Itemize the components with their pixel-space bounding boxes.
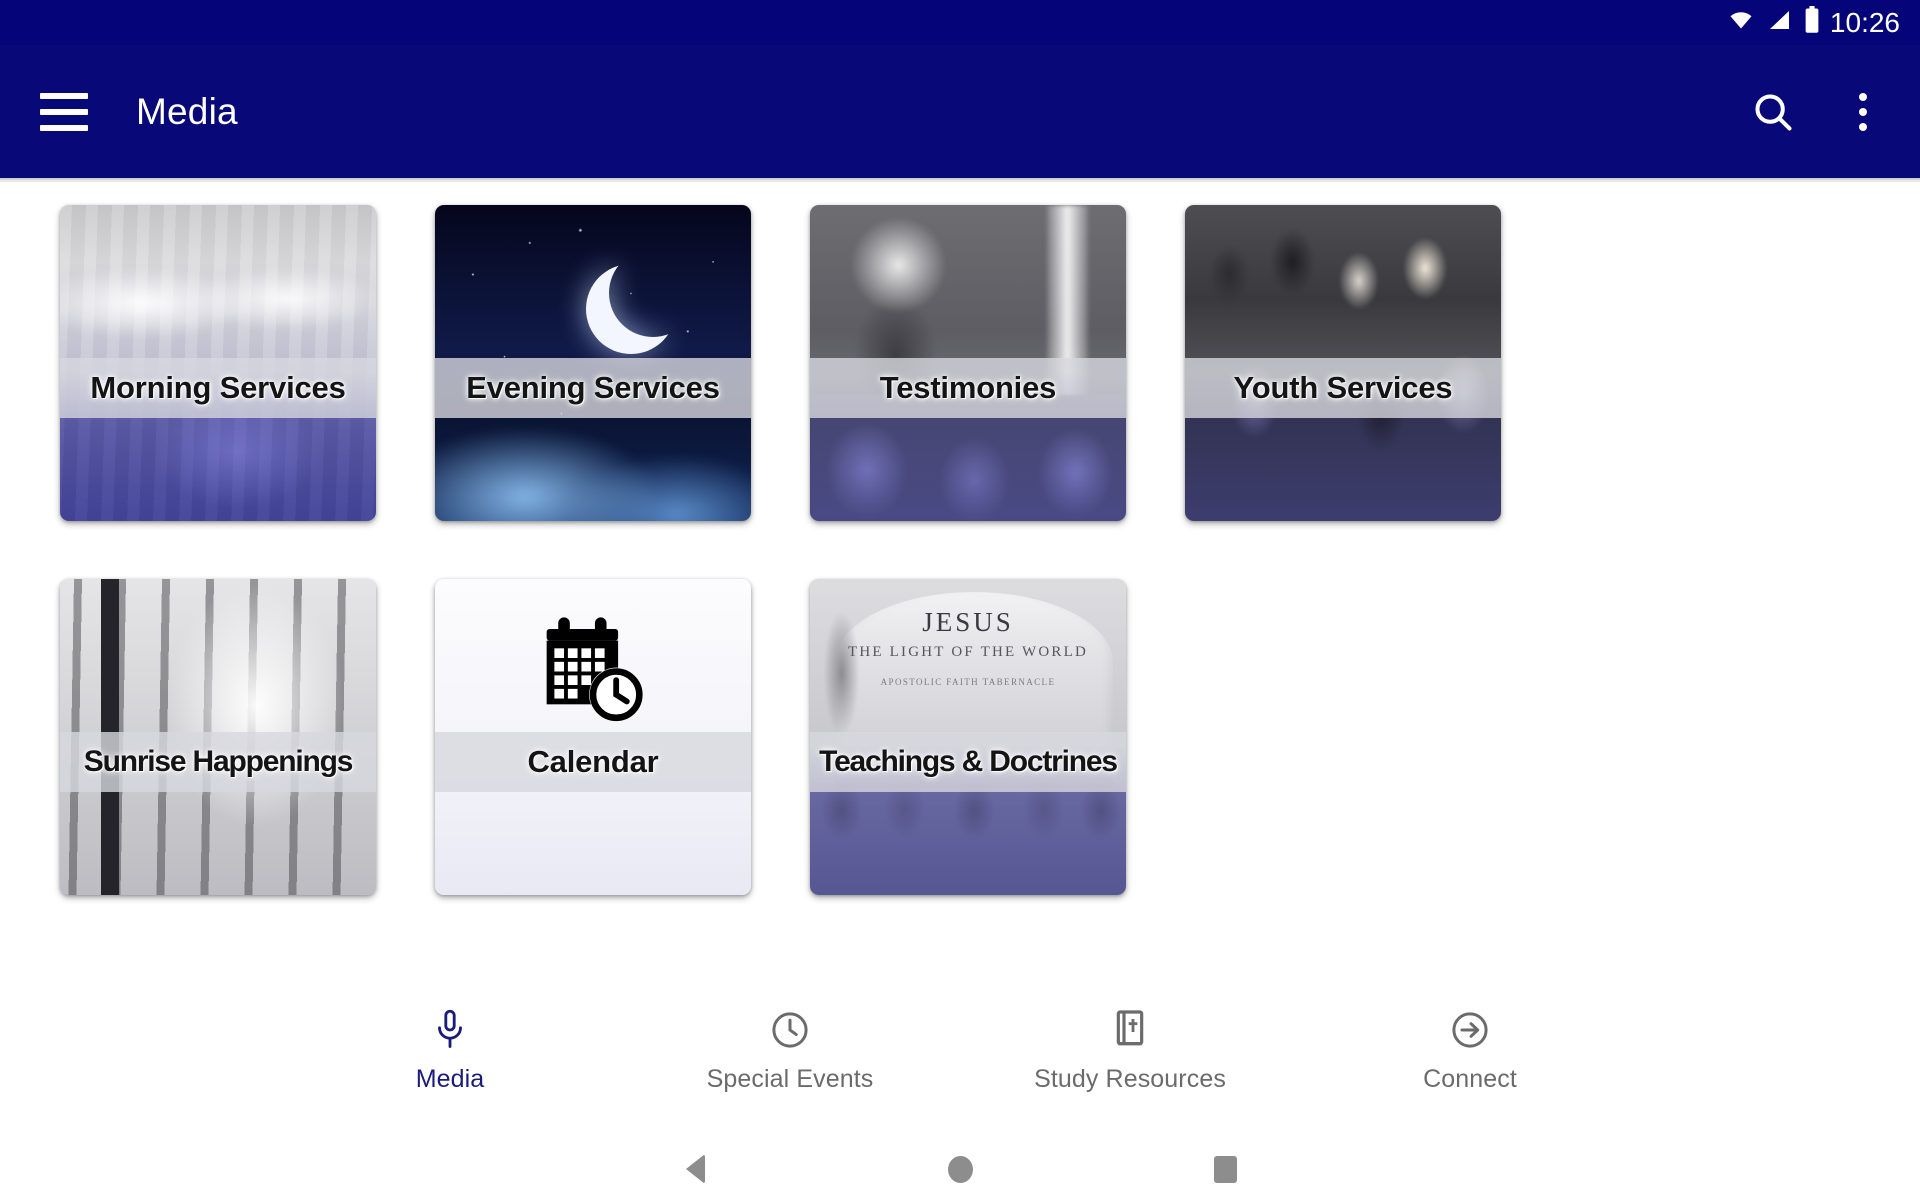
- nav-label: Media: [415, 1065, 485, 1093]
- nav-label: Study Resources: [1034, 1065, 1226, 1093]
- card-title: Sunrise Happenings: [83, 745, 354, 779]
- bottom-navigation-bar: Media Special Events Study Resources Con…: [0, 993, 1920, 1138]
- card-label-band: Calendar: [435, 732, 751, 793]
- card-label-band: Morning Services: [60, 358, 376, 419]
- card-label-band: Teachings & Doctrines: [810, 732, 1126, 793]
- recents-glyph: [1213, 1155, 1237, 1183]
- nav-item-study-resources[interactable]: Study Resources: [960, 1007, 1300, 1119]
- nav-label: Connect: [1423, 1065, 1517, 1093]
- media-card-morning-services[interactable]: Morning Services: [60, 205, 376, 521]
- back-triangle-icon[interactable]: [563, 1154, 828, 1184]
- card-title: Testimonies: [879, 370, 1057, 406]
- kebab-dot: [1859, 92, 1867, 101]
- cellular-signal-icon: [1766, 8, 1794, 37]
- nav-item-connect[interactable]: Connect: [1300, 1007, 1640, 1119]
- hamburger-line: [40, 108, 88, 115]
- app-toolbar: Media: [0, 45, 1920, 178]
- home-glyph: [947, 1155, 973, 1183]
- kebab-dot: [1859, 107, 1867, 116]
- arrow-right-circle-icon: [1449, 1007, 1491, 1053]
- media-card-grid: Morning Services Evening Services Testim…: [0, 178, 1920, 895]
- card-title: Teachings & Doctrines: [819, 745, 1118, 779]
- card-title: Youth Services: [1233, 370, 1453, 406]
- toolbar-shadow: [0, 178, 1920, 183]
- artwork-heading-text: JESUS: [922, 607, 1014, 638]
- media-card-youth-services[interactable]: Youth Services: [1185, 205, 1501, 521]
- artwork-small-text: APOSTOLIC FAITH TABERNACLE: [880, 676, 1056, 687]
- calendar-clock-icon: [534, 615, 652, 732]
- clock-icon: [769, 1007, 811, 1053]
- card-label-band: Sunrise Happenings: [60, 732, 376, 793]
- battery-icon: [1804, 6, 1820, 39]
- artwork-subtitle-text: THE LIGHT OF THE WORLD: [847, 643, 1089, 660]
- home-circle-icon[interactable]: [828, 1155, 1093, 1183]
- card-title: Evening Services: [466, 370, 720, 406]
- media-grid-scroll-area[interactable]: Morning Services Evening Services Testim…: [0, 178, 1920, 993]
- media-card-evening-services[interactable]: Evening Services: [435, 205, 751, 521]
- page-title: Media: [136, 90, 238, 132]
- kebab-dot: [1859, 122, 1867, 131]
- card-label-band: Evening Services: [435, 358, 751, 419]
- hamburger-line: [40, 92, 88, 99]
- media-card-teachings-doctrines[interactable]: JESUS THE LIGHT OF THE WORLD APOSTOLIC F…: [810, 579, 1126, 895]
- bible-book-icon: [1110, 1007, 1150, 1053]
- android-system-navigation-bar: [0, 1138, 1920, 1200]
- crescent-moon-icon: [609, 249, 697, 337]
- recents-square-icon[interactable]: [1093, 1155, 1358, 1183]
- card-label-band: Testimonies: [810, 358, 1126, 419]
- microphone-icon: [432, 1007, 468, 1053]
- search-icon[interactable]: [1746, 85, 1800, 139]
- back-glyph: [685, 1154, 705, 1184]
- more-vertical-icon[interactable]: [1836, 85, 1890, 139]
- card-title: Calendar: [527, 744, 659, 780]
- nav-item-special-events[interactable]: Special Events: [620, 1007, 960, 1119]
- nav-label: Special Events: [706, 1065, 874, 1093]
- media-card-sunrise-happenings[interactable]: Sunrise Happenings: [60, 579, 376, 895]
- media-card-calendar[interactable]: Calendar: [435, 579, 751, 895]
- status-bar: 10:26: [0, 0, 1920, 45]
- status-bar-clock: 10:26: [1829, 6, 1900, 38]
- nav-item-media[interactable]: Media: [280, 1007, 620, 1119]
- card-label-band: Youth Services: [1185, 358, 1501, 419]
- cloud-decor: [60, 261, 376, 345]
- hamburger-menu-icon[interactable]: [40, 92, 88, 131]
- card-title: Morning Services: [90, 370, 346, 406]
- wifi-icon: [1726, 8, 1756, 37]
- media-card-testimonies[interactable]: Testimonies: [810, 205, 1126, 521]
- status-bar-icons: [1726, 6, 1820, 39]
- hamburger-line: [40, 124, 88, 131]
- toolbar-actions: [1746, 85, 1890, 139]
